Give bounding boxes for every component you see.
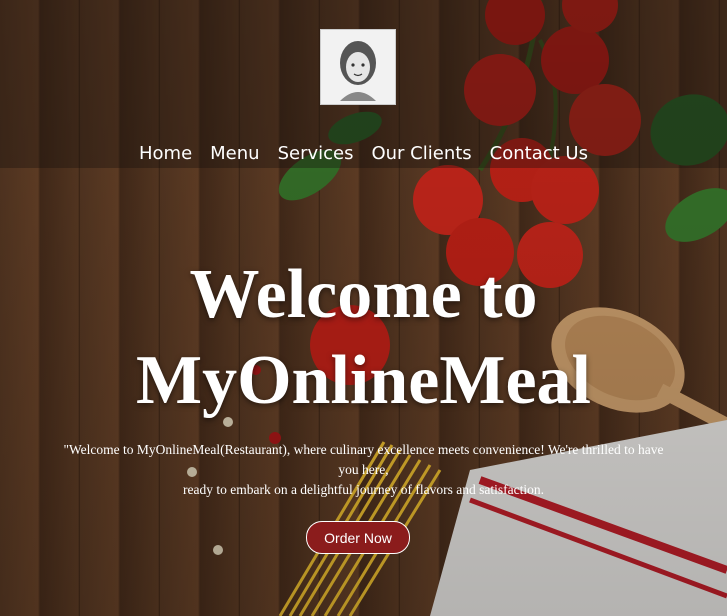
hero-text-line2: you here, [338,462,389,477]
nav-services[interactable]: Services [278,143,354,164]
hero-text-line3: ready to embark on a delightful journey … [182,482,544,497]
logo[interactable] [320,29,396,105]
order-now-button[interactable]: Order Now [306,521,410,554]
hero-title-line1: Welcome to [189,256,538,333]
hero-title: Welcome to MyOnlineMeal [0,252,727,424]
nav-contact-us[interactable]: Contact Us [490,143,588,164]
nav-home[interactable]: Home [139,143,192,164]
nav-menu[interactable]: Menu [210,143,259,164]
avatar-sketch-logo-icon [340,41,376,101]
nav-our-clients[interactable]: Our Clients [371,143,471,164]
hero-title-line2: MyOnlineMeal [136,342,591,419]
hero-description: "Welcome to MyOnlineMeal(Restaurant), wh… [20,440,707,500]
hero-text-line1: "Welcome to MyOnlineMeal(Restaurant), wh… [63,442,664,457]
main-nav: Home Menu Services Our Clients Contact U… [0,143,727,164]
